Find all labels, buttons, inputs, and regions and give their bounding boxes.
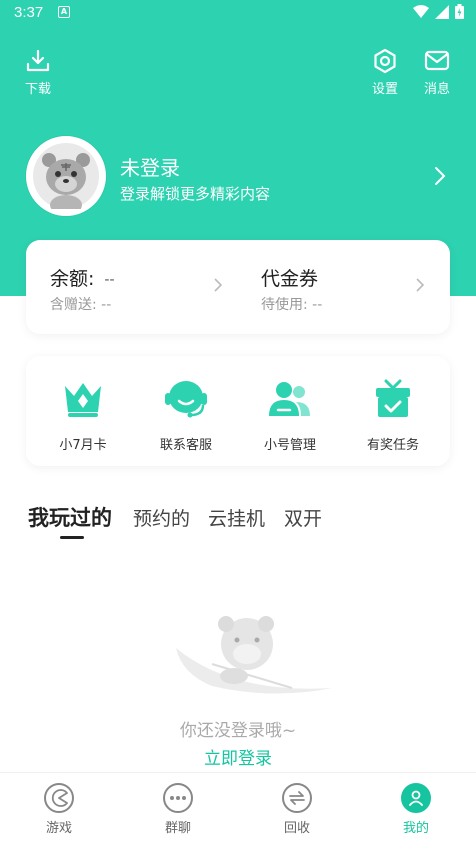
status-icons xyxy=(413,4,464,19)
chevron-right-icon xyxy=(435,167,446,185)
nav-recycle[interactable]: 回收 xyxy=(257,783,337,836)
settings-button[interactable]: 设置 xyxy=(360,48,410,97)
nav-mine[interactable]: 我的 xyxy=(376,783,456,836)
nav-group-chat[interactable]: 群聊 xyxy=(138,783,218,836)
gear-icon xyxy=(374,48,396,74)
crown-icon xyxy=(65,383,101,417)
bottom-nav: 游戏 群聊 回收 我的 xyxy=(0,772,476,846)
signal-icon xyxy=(435,4,449,19)
voucher-pending: 待使用: -- xyxy=(261,297,323,313)
mail-icon xyxy=(424,50,450,71)
messages-label: 消息 xyxy=(423,82,450,97)
tab-played[interactable]: 我玩过的 xyxy=(28,502,112,532)
profile-name: 未登录 xyxy=(120,156,180,180)
feature-account-manage[interactable]: 小号管理 xyxy=(240,378,340,453)
status-time: 3:37 xyxy=(14,4,44,21)
feature-reward-tasks[interactable]: 有奖任务 xyxy=(343,378,443,453)
chevron-right-icon xyxy=(416,278,424,292)
feature-label: 小7月卡 xyxy=(59,438,107,453)
download-label: 下载 xyxy=(24,82,51,97)
feature-customer-service[interactable]: 联系客服 xyxy=(136,378,236,453)
feature-card: 小7月卡 联系客服 小号管理 有奖任务 xyxy=(26,356,450,466)
profile-subtitle: 登录解锁更多精彩内容 xyxy=(120,185,271,203)
nav-games[interactable]: 游戏 xyxy=(19,783,99,836)
status-bar: 3:37 A xyxy=(0,0,476,26)
wifi-icon xyxy=(413,4,429,18)
nav-label: 群聊 xyxy=(164,821,191,836)
download-button[interactable]: 下载 xyxy=(13,48,63,97)
voucher-title: 代金券 xyxy=(261,268,319,290)
tab-active-indicator xyxy=(60,536,84,539)
feature-label: 小号管理 xyxy=(263,438,316,453)
gift-task-icon xyxy=(376,379,410,417)
profile-icon xyxy=(409,790,423,806)
tab-dual-open[interactable]: 双开 xyxy=(284,504,322,531)
tiger-avatar-icon xyxy=(42,153,90,213)
balance-title: 余额: xyxy=(50,268,95,290)
empty-state-illustration xyxy=(176,616,332,694)
empty-message: 你还没登录哦~ xyxy=(179,721,297,741)
feature-label: 联系客服 xyxy=(159,438,212,453)
feature-label: 有奖任务 xyxy=(366,438,419,453)
balance-card: 余额: -- 含赠送: -- 代金券 待使用: -- xyxy=(26,240,450,334)
chevron-right-icon xyxy=(214,278,222,292)
customer-service-icon xyxy=(165,381,207,418)
gift-balance: 含赠送: -- xyxy=(50,297,112,313)
voucher-section[interactable]: 代金券 待使用: -- xyxy=(238,240,450,334)
feature-monthly-card[interactable]: 小7月卡 xyxy=(33,378,133,453)
nav-label: 回收 xyxy=(283,821,310,836)
chat-icon xyxy=(170,796,186,800)
tab-reserved[interactable]: 预约的 xyxy=(133,504,190,531)
avatar[interactable] xyxy=(26,136,106,216)
login-link[interactable]: 立即登录 xyxy=(0,744,476,769)
settings-label: 设置 xyxy=(371,82,398,97)
recycle-icon xyxy=(289,791,305,805)
tab-cloud-idle[interactable]: 云挂机 xyxy=(208,504,265,531)
balance-value: -- xyxy=(104,271,115,288)
messages-button[interactable]: 消息 xyxy=(412,48,462,97)
nav-label: 我的 xyxy=(402,821,429,836)
profile-header[interactable]: 未登录 登录解锁更多精彩内容 xyxy=(26,136,450,216)
notification-icon: A xyxy=(58,6,70,18)
account-manage-icon xyxy=(269,382,310,416)
game-icon xyxy=(51,789,68,807)
nav-label: 游戏 xyxy=(45,821,72,836)
balance-section[interactable]: 余额: -- 含赠送: -- xyxy=(26,240,238,334)
download-icon xyxy=(26,49,50,72)
battery-icon xyxy=(455,4,464,19)
